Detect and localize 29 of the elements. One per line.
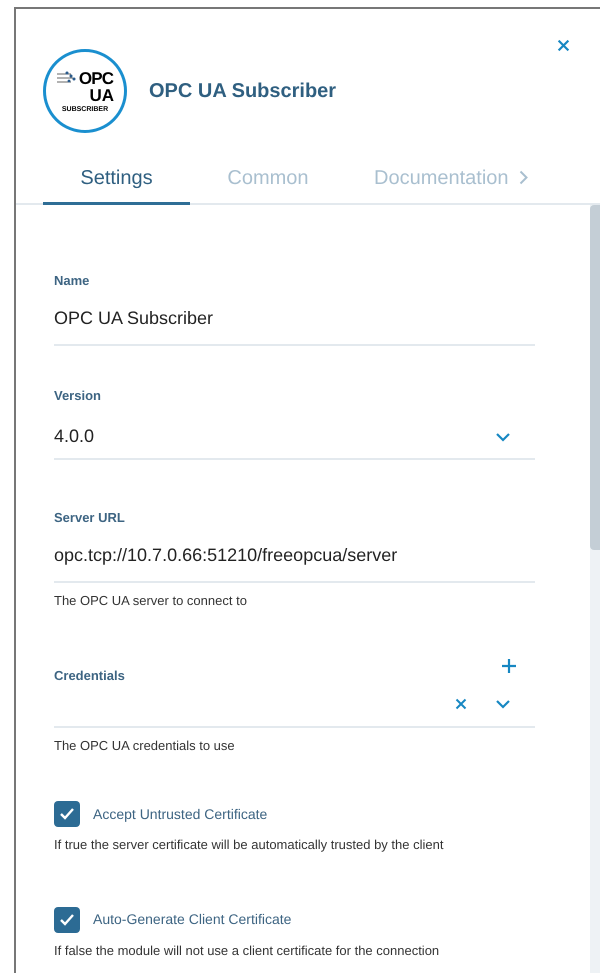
help-text: The OPC UA server to connect to bbox=[54, 592, 248, 610]
chevron-down-icon[interactable] bbox=[495, 432, 511, 442]
text-field[interactable]: opc.tcp://10.7.0.66:51210/freeopcua/server bbox=[54, 542, 535, 582]
field-label: Version bbox=[54, 386, 102, 404]
checkbox[interactable] bbox=[54, 906, 80, 932]
help-text: The OPC UA credentials to use bbox=[54, 736, 236, 754]
chevron-down-icon[interactable] bbox=[495, 698, 511, 708]
field-label: Credentials bbox=[54, 667, 125, 685]
select-field[interactable] bbox=[54, 698, 535, 728]
checkbox-label: Accept Untrusted Certificate bbox=[93, 804, 268, 824]
checkbox-label: Auto-Generate Client Certificate bbox=[93, 910, 292, 929]
checkbox[interactable] bbox=[54, 801, 80, 827]
tab[interactable]: Settings bbox=[43, 153, 190, 205]
logo-text: UA bbox=[89, 86, 114, 104]
checkmark-icon bbox=[59, 912, 75, 926]
scrollbar[interactable] bbox=[590, 205, 600, 973]
close-icon[interactable] bbox=[557, 39, 570, 52]
field-label: Server URL bbox=[54, 509, 126, 527]
logo-text: OPC bbox=[78, 70, 114, 86]
field-label: Name bbox=[54, 272, 90, 290]
checkmark-icon bbox=[59, 807, 75, 821]
scrollbar-thumb[interactable] bbox=[590, 205, 600, 550]
help-text: If false the module will not use a client certificate for the connection bbox=[54, 942, 440, 960]
text-field[interactable]: OPC UA Subscriber bbox=[54, 304, 535, 346]
panel-title: OPC UA Subscriber bbox=[149, 79, 336, 104]
clear-icon[interactable] bbox=[455, 698, 467, 710]
help-text: If true the server certificate will be automatically trusted by the client bbox=[54, 836, 444, 854]
select-field[interactable]: 4.0.0 bbox=[54, 423, 535, 460]
add-icon[interactable] bbox=[501, 658, 517, 674]
